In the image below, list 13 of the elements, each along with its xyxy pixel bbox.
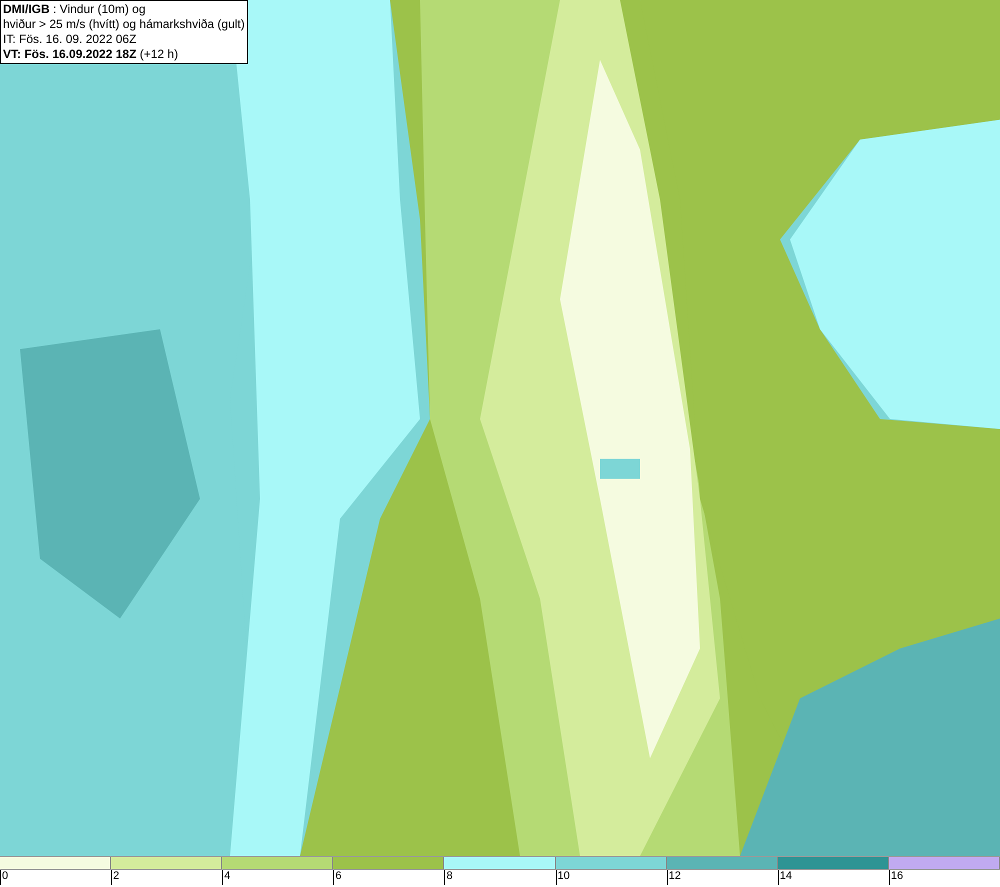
legend-label: 10 (556, 870, 570, 883)
legend-label: 0 (1, 870, 8, 883)
legend-label: 12 (668, 870, 681, 883)
title-text: IT: Fös. 16. 09. 2022 06Z (3, 32, 138, 47)
title-text: VT: Fös. 16.09.2022 18Z (+12 h) (3, 47, 180, 62)
title-text: hviður > 25 m/s (hvítt) og hámarkshviða (gult) (3, 17, 245, 32)
legend-label: 14 (778, 870, 792, 883)
legend-label: 16 (890, 870, 904, 883)
title-text: DMI/IGB : Vindur (10m) og (3, 2, 146, 17)
legend-label: 4 (223, 870, 230, 883)
legend-label: 6 (334, 870, 342, 883)
legend-label: 8 (445, 870, 453, 883)
legend-label: 2 (112, 870, 120, 883)
